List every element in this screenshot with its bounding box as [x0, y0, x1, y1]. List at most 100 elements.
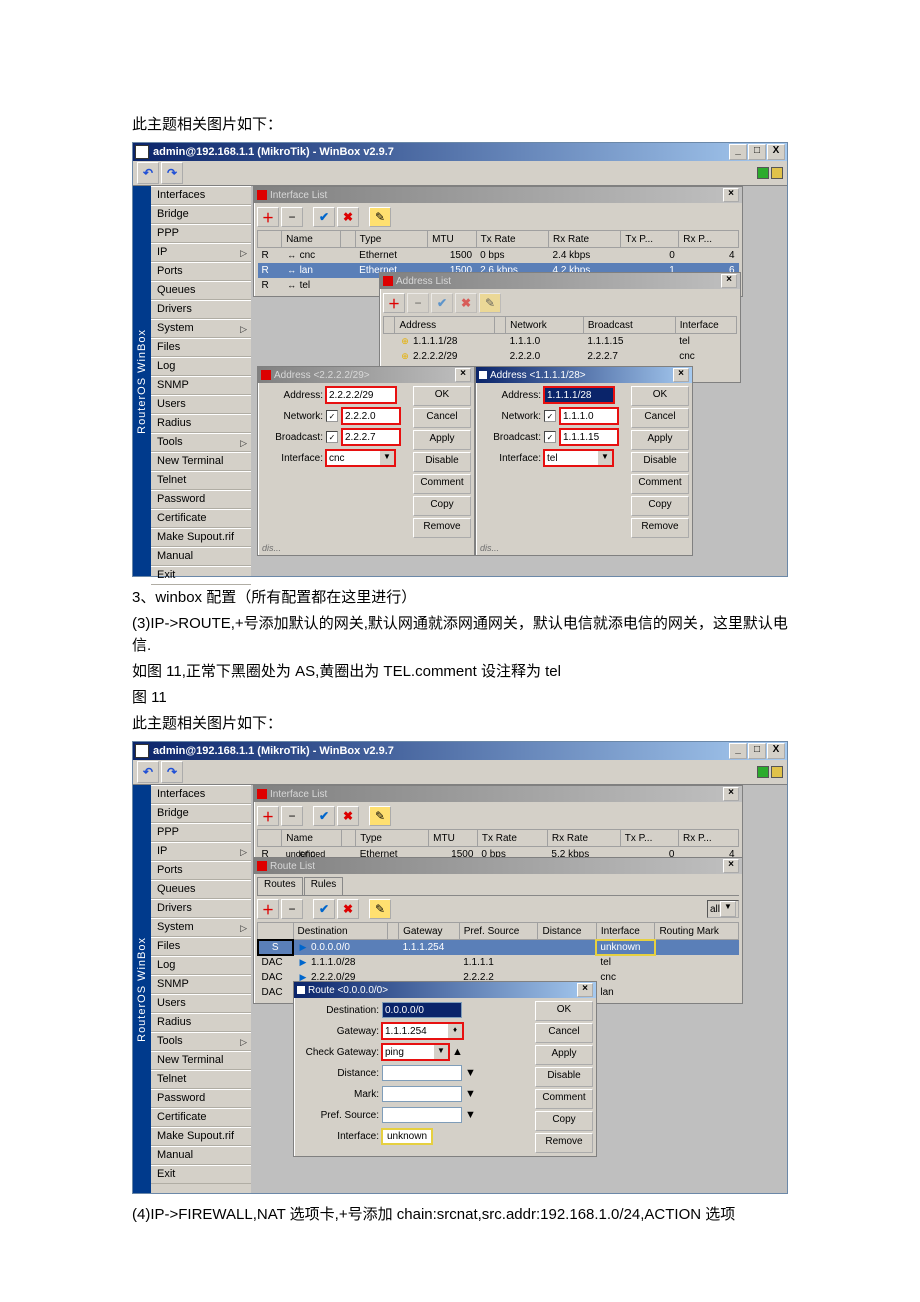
dropdown-icon[interactable]: ▼: [597, 450, 613, 466]
close-icon[interactable]: ×: [723, 188, 739, 202]
sidebar-item-password[interactable]: Password: [151, 490, 251, 509]
sidebar-item-ppp[interactable]: PPP: [151, 224, 251, 243]
disable-button[interactable]: ✖: [337, 806, 359, 826]
undo-button[interactable]: ↶: [137, 162, 159, 184]
sidebar-item-queues[interactable]: Queues: [151, 880, 251, 899]
address-input[interactable]: [326, 387, 396, 403]
redo-button[interactable]: ↷: [161, 162, 183, 184]
minimize-button[interactable]: _: [729, 743, 747, 759]
close-icon[interactable]: ×: [673, 368, 689, 382]
sidebar-item-system[interactable]: System▷: [151, 319, 251, 338]
interface-select[interactable]: [326, 450, 379, 466]
sidebar-item-make-supout-rif[interactable]: Make Supout.rif: [151, 1127, 251, 1146]
sidebar-item-drivers[interactable]: Drivers: [151, 300, 251, 319]
maximize-button[interactable]: □: [748, 144, 766, 160]
broadcast-input[interactable]: [342, 429, 400, 445]
sidebar-item-bridge[interactable]: Bridge: [151, 205, 251, 224]
copy-button[interactable]: Copy: [631, 496, 689, 516]
sidebar-item-tools[interactable]: Tools▷: [151, 433, 251, 452]
comment-button[interactable]: ✎: [479, 293, 501, 313]
sidebar-item-ports[interactable]: Ports: [151, 262, 251, 281]
sidebar-item-drivers[interactable]: Drivers: [151, 899, 251, 918]
sidebar-item-log[interactable]: Log: [151, 956, 251, 975]
remove-button[interactable]: Remove: [535, 1133, 593, 1153]
filter-select[interactable]: all▼: [707, 900, 739, 918]
ok-button[interactable]: OK: [413, 386, 471, 406]
remove-button[interactable]: Remove: [631, 518, 689, 538]
titlebar[interactable]: admin@192.168.1.1 (MikroTik) - WinBox v2…: [133, 742, 787, 760]
ok-button[interactable]: OK: [535, 1001, 593, 1021]
check-gateway-select[interactable]: [382, 1044, 433, 1060]
remove-button[interactable]: −: [281, 207, 303, 227]
sidebar-item-files[interactable]: Files: [151, 937, 251, 956]
sidebar-item-telnet[interactable]: Telnet: [151, 471, 251, 490]
sidebar-item-queues[interactable]: Queues: [151, 281, 251, 300]
undo-button[interactable]: ↶: [137, 761, 159, 783]
table-row[interactable]: R↔cncEthernet15000 bps2.4 kbps04: [258, 248, 739, 264]
redo-button[interactable]: ↷: [161, 761, 183, 783]
table-row[interactable]: ⊕2.2.2.2/292.2.2.02.2.2.7cnc: [384, 349, 737, 364]
remove-button[interactable]: −: [281, 806, 303, 826]
copy-button[interactable]: Copy: [535, 1111, 593, 1131]
sidebar-item-radius[interactable]: Radius: [151, 1013, 251, 1032]
network-input[interactable]: [342, 408, 400, 424]
disable-button[interactable]: Disable: [413, 452, 471, 472]
disable-button[interactable]: Disable: [631, 452, 689, 472]
sidebar-item-ip[interactable]: IP▷: [151, 243, 251, 262]
apply-button[interactable]: Apply: [535, 1045, 593, 1065]
sidebar-item-snmp[interactable]: SNMP: [151, 975, 251, 994]
mark-input[interactable]: [382, 1086, 462, 1102]
sidebar-item-exit[interactable]: Exit: [151, 1165, 251, 1184]
maximize-button[interactable]: □: [748, 743, 766, 759]
dropdown-icon[interactable]: ▼: [379, 450, 395, 466]
sidebar-item-ip[interactable]: IP▷: [151, 842, 251, 861]
sidebar-item-users[interactable]: Users: [151, 994, 251, 1013]
sidebar-item-new-terminal[interactable]: New Terminal: [151, 452, 251, 471]
cancel-button[interactable]: Cancel: [631, 408, 689, 428]
titlebar[interactable]: admin@192.168.1.1 (MikroTik) - WinBox v2…: [133, 143, 787, 161]
sidebar-item-interfaces[interactable]: Interfaces: [151, 785, 251, 804]
address-list-header[interactable]: Address List ×: [380, 273, 740, 289]
sidebar-item-exit[interactable]: Exit: [151, 566, 251, 585]
sidebar-item-password[interactable]: Password: [151, 1089, 251, 1108]
sidebar-item-manual[interactable]: Manual: [151, 547, 251, 566]
sidebar-item-interfaces[interactable]: Interfaces: [151, 186, 251, 205]
apply-button[interactable]: Apply: [413, 430, 471, 450]
sidebar-item-telnet[interactable]: Telnet: [151, 1070, 251, 1089]
cancel-button[interactable]: Cancel: [413, 408, 471, 428]
close-icon[interactable]: ×: [577, 983, 593, 997]
close-button[interactable]: X: [767, 743, 785, 759]
enable-button[interactable]: ✔: [313, 899, 335, 919]
disable-button[interactable]: ✖: [337, 207, 359, 227]
disable-button[interactable]: Disable: [535, 1067, 593, 1087]
sidebar-item-tools[interactable]: Tools▷: [151, 1032, 251, 1051]
pref-source-input[interactable]: [382, 1107, 462, 1123]
add-button[interactable]: ＋: [257, 207, 279, 227]
address-input[interactable]: [544, 387, 614, 403]
comment-button[interactable]: ✎: [369, 806, 391, 826]
sidebar-item-make-supout-rif[interactable]: Make Supout.rif: [151, 528, 251, 547]
add-button[interactable]: ＋: [257, 899, 279, 919]
sidebar-item-manual[interactable]: Manual: [151, 1146, 251, 1165]
up-toggle[interactable]: ▲: [452, 1046, 463, 1058]
comment-button[interactable]: ✎: [369, 207, 391, 227]
comment-button[interactable]: Comment: [631, 474, 689, 494]
sidebar-item-certificate[interactable]: Certificate: [151, 509, 251, 528]
destination-input[interactable]: [382, 1002, 462, 1018]
network-input[interactable]: [560, 408, 618, 424]
interface-list-header[interactable]: Interface List ×: [254, 187, 742, 203]
broadcast-input[interactable]: [560, 429, 618, 445]
close-icon[interactable]: ×: [723, 787, 739, 801]
minimize-button[interactable]: _: [729, 144, 747, 160]
add-button[interactable]: ＋: [257, 806, 279, 826]
sidebar-item-ppp[interactable]: PPP: [151, 823, 251, 842]
remove-button[interactable]: −: [281, 899, 303, 919]
disable-button[interactable]: ✖: [455, 293, 477, 313]
copy-button[interactable]: Copy: [413, 496, 471, 516]
comment-button[interactable]: Comment: [413, 474, 471, 494]
table-row[interactable]: S▶0.0.0.0/01.1.1.254unknown: [258, 940, 739, 956]
sidebar-item-new-terminal[interactable]: New Terminal: [151, 1051, 251, 1070]
close-icon[interactable]: ×: [455, 368, 471, 382]
close-icon[interactable]: ×: [723, 859, 739, 873]
comment-button[interactable]: Comment: [535, 1089, 593, 1109]
